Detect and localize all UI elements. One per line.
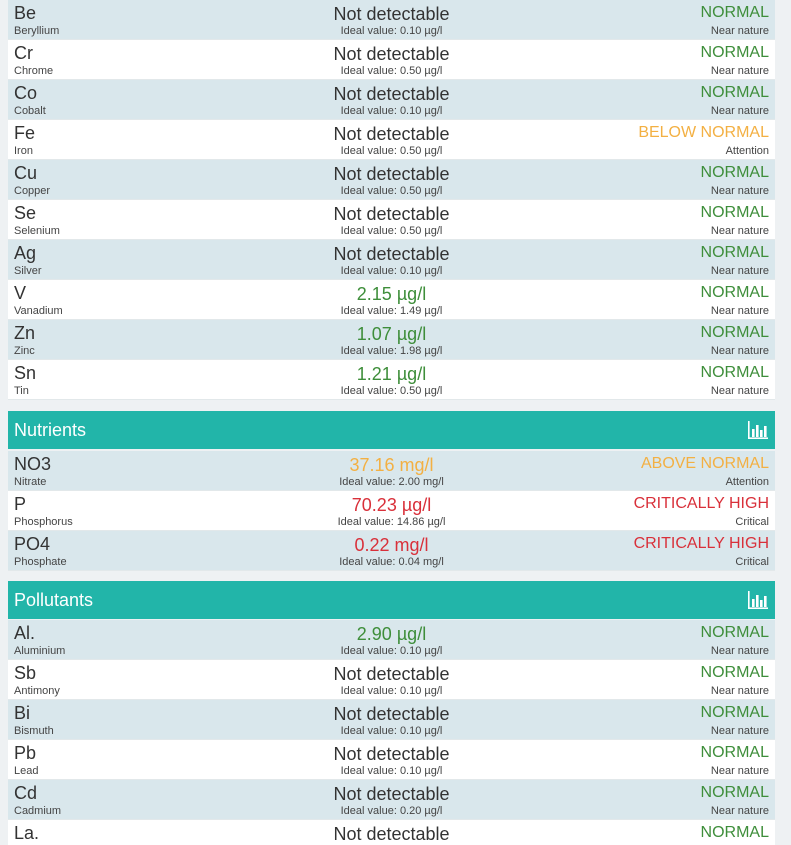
- table-row[interactable]: Cr Chrome Not detectable Ideal value: 0.…: [8, 40, 775, 80]
- status-note: Near nature: [710, 645, 769, 657]
- measured-value: Not detectable: [333, 84, 450, 104]
- status-label: NORMAL: [700, 44, 769, 61]
- table-row[interactable]: La. Not detectable NORMAL: [8, 820, 775, 845]
- nutrients-section-header[interactable]: Nutrients: [8, 411, 775, 449]
- ideal-value: Ideal value: 0.10 µg/l: [340, 105, 443, 117]
- status-note: Near nature: [710, 725, 769, 737]
- table-row[interactable]: PO4 Phosphate 0.22 mg/l Ideal value: 0.0…: [8, 531, 775, 571]
- water-analysis-view: Be Beryllium Not detectable Ideal value:…: [0, 0, 791, 845]
- trace-elements-panel: Be Beryllium Not detectable Ideal value:…: [8, 0, 775, 400]
- measured-value: Not detectable: [333, 44, 450, 64]
- status-note: Near nature: [710, 805, 769, 817]
- bar-chart-icon[interactable]: [747, 590, 769, 610]
- pollutants-panel: Al. Aluminium 2.90 µg/l Ideal value: 0.1…: [8, 620, 775, 845]
- status-label: NORMAL: [700, 244, 769, 261]
- measured-value: 1.21 µg/l: [356, 364, 427, 384]
- measured-value: Not detectable: [333, 744, 450, 764]
- ideal-value: Ideal value: 2.00 mg/l: [339, 476, 444, 488]
- status-label: NORMAL: [700, 664, 769, 681]
- ideal-value: Ideal value: 0.10 µg/l: [340, 685, 443, 697]
- status-label: NORMAL: [700, 784, 769, 801]
- status-label: NORMAL: [700, 704, 769, 721]
- ideal-value: Ideal value: 0.04 mg/l: [339, 556, 444, 568]
- pollutants-section-header[interactable]: Pollutants: [8, 581, 775, 619]
- measured-value: 1.07 µg/l: [356, 324, 427, 344]
- status-note: Attention: [725, 145, 769, 157]
- measured-value: Not detectable: [333, 164, 450, 184]
- status-label: NORMAL: [700, 324, 769, 341]
- measured-value: Not detectable: [333, 4, 450, 24]
- status-note: Near nature: [710, 25, 769, 37]
- status-label: CRITICALLY HIGH: [633, 495, 769, 512]
- status-note: Near nature: [710, 105, 769, 117]
- status-note: Near nature: [710, 765, 769, 777]
- ideal-value: Ideal value: 1.98 µg/l: [340, 345, 443, 357]
- status-note: Near nature: [710, 305, 769, 317]
- status-note: Near nature: [710, 385, 769, 397]
- status-label: NORMAL: [700, 84, 769, 101]
- table-row[interactable]: Al. Aluminium 2.90 µg/l Ideal value: 0.1…: [8, 620, 775, 660]
- measured-value: Not detectable: [333, 204, 450, 224]
- status-label: ABOVE NORMAL: [640, 455, 769, 472]
- ideal-value: Ideal value: 1.49 µg/l: [340, 305, 443, 317]
- status-label: NORMAL: [700, 284, 769, 301]
- table-row[interactable]: Pb Lead Not detectable Ideal value: 0.10…: [8, 740, 775, 780]
- measured-value: Not detectable: [333, 704, 450, 724]
- ideal-value: Ideal value: 0.10 µg/l: [340, 25, 443, 37]
- ideal-value: Ideal value: 0.50 µg/l: [340, 225, 443, 237]
- status-note: Critical: [735, 556, 769, 568]
- table-row[interactable]: Co Cobalt Not detectable Ideal value: 0.…: [8, 80, 775, 120]
- ideal-value: Ideal value: 0.50 µg/l: [340, 145, 443, 157]
- nutrients-panel: NO3 Nitrate 37.16 mg/l Ideal value: 2.00…: [8, 451, 775, 571]
- table-row[interactable]: Cu Copper Not detectable Ideal value: 0.…: [8, 160, 775, 200]
- status-label: NORMAL: [700, 364, 769, 381]
- table-row[interactable]: P Phosphorus 70.23 µg/l Ideal value: 14.…: [8, 491, 775, 531]
- table-row[interactable]: Sb Antimony Not detectable Ideal value: …: [8, 660, 775, 700]
- ideal-value: Ideal value: 0.50 µg/l: [340, 65, 443, 77]
- table-row[interactable]: Se Selenium Not detectable Ideal value: …: [8, 200, 775, 240]
- status-label: CRITICALLY HIGH: [633, 535, 769, 552]
- status-note: Near nature: [710, 65, 769, 77]
- status-note: Near nature: [710, 345, 769, 357]
- table-row[interactable]: Bi Bismuth Not detectable Ideal value: 0…: [8, 700, 775, 740]
- status-note: Near nature: [710, 185, 769, 197]
- status-note: Attention: [725, 476, 769, 488]
- ideal-value: Ideal value: 14.86 µg/l: [337, 516, 446, 528]
- ideal-value: Ideal value: 0.10 µg/l: [340, 265, 443, 277]
- status-label: NORMAL: [700, 4, 769, 21]
- bar-chart-icon[interactable]: [747, 420, 769, 440]
- status-note: Critical: [735, 516, 769, 528]
- ideal-value: Ideal value: 0.50 µg/l: [340, 385, 443, 397]
- ideal-value: Ideal value: 0.10 µg/l: [340, 645, 443, 657]
- measured-value: Not detectable: [333, 244, 450, 264]
- table-row[interactable]: NO3 Nitrate 37.16 mg/l Ideal value: 2.00…: [8, 451, 775, 491]
- status-note: Near nature: [710, 225, 769, 237]
- section-title: Pollutants: [14, 590, 94, 610]
- table-row[interactable]: Ag Silver Not detectable Ideal value: 0.…: [8, 240, 775, 280]
- ideal-value: Ideal value: 0.50 µg/l: [340, 185, 443, 197]
- ideal-value: Ideal value: 0.10 µg/l: [340, 765, 443, 777]
- section-title: Nutrients: [14, 420, 87, 440]
- measured-value: Not detectable: [333, 664, 450, 684]
- ideal-value: Ideal value: 0.20 µg/l: [340, 805, 443, 817]
- measured-value: 2.90 µg/l: [356, 624, 427, 644]
- status-label: NORMAL: [700, 164, 769, 181]
- table-row[interactable]: Fe Iron Not detectable Ideal value: 0.50…: [8, 120, 775, 160]
- measured-value: Not detectable: [333, 784, 450, 804]
- table-row[interactable]: Be Beryllium Not detectable Ideal value:…: [8, 0, 775, 40]
- measured-value: Not detectable: [333, 824, 450, 844]
- ideal-value: Ideal value: 0.10 µg/l: [340, 725, 443, 737]
- status-note: Near nature: [710, 685, 769, 697]
- status-label: NORMAL: [700, 624, 769, 641]
- table-row[interactable]: Sn Tin 1.21 µg/l Ideal value: 0.50 µg/l …: [8, 360, 775, 400]
- status-label: NORMAL: [700, 824, 769, 841]
- table-row[interactable]: Zn Zinc 1.07 µg/l Ideal value: 1.98 µg/l…: [8, 320, 775, 360]
- table-row[interactable]: V Vanadium 2.15 µg/l Ideal value: 1.49 µ…: [8, 280, 775, 320]
- status-label: NORMAL: [700, 204, 769, 221]
- status-label: BELOW NORMAL: [638, 124, 769, 141]
- status-label: NORMAL: [700, 744, 769, 761]
- measured-value: 2.15 µg/l: [356, 284, 427, 304]
- status-note: Near nature: [710, 265, 769, 277]
- table-row[interactable]: Cd Cadmium Not detectable Ideal value: 0…: [8, 780, 775, 820]
